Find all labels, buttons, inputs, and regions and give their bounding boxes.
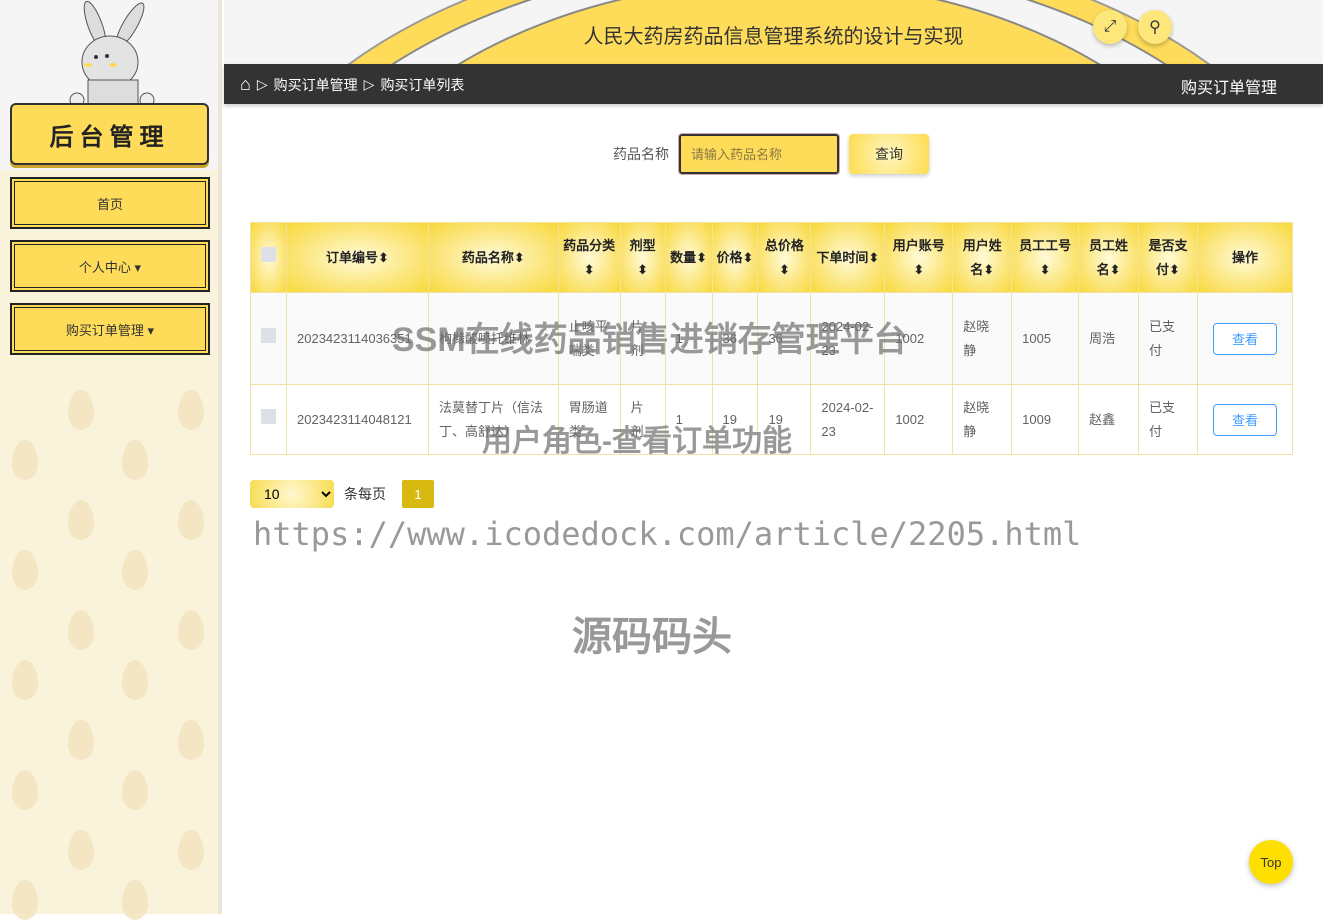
per-page-label: 条每页 xyxy=(344,486,386,502)
search-form: 药品名称 查询 xyxy=(613,133,929,175)
cell-user-account: 1002 xyxy=(884,384,954,455)
cell-staff-id: 1005 xyxy=(1011,292,1080,385)
col-price[interactable]: 价格⬍ xyxy=(711,222,759,293)
col-drug-name[interactable]: 药品名称⬍ xyxy=(427,222,559,293)
breadcrumb-bar: ⌂ ▷ 购买订单管理 ▷ 购买订单列表 购买订单管理 xyxy=(224,64,1323,104)
cell-order-time: 2024-02-23 xyxy=(810,292,886,385)
cell-order-no: 2023423114048121 xyxy=(286,384,429,455)
sidebar-item-purchase-orders[interactable]: 购买订单管理 ▾ xyxy=(10,303,210,355)
cell-dosage-form: 片剂 xyxy=(619,384,666,455)
col-user-name[interactable]: 用户姓名⬍ xyxy=(952,222,1013,293)
watermark: 源码码头 xyxy=(572,615,732,659)
pagination: 10 条每页 1 xyxy=(250,480,434,508)
cell-total: 36 xyxy=(757,292,812,385)
col-user-account[interactable]: 用户账号⬍ xyxy=(884,222,954,293)
col-actions: 操作 xyxy=(1196,222,1294,293)
cell-order-time: 2024-02-23 xyxy=(810,384,886,455)
cell-paid: 已支付 xyxy=(1138,292,1198,385)
sidebar-item-home[interactable]: 首页 xyxy=(10,177,210,229)
cell-paid: 已支付 xyxy=(1138,384,1198,455)
col-category[interactable]: 药品分类⬍ xyxy=(557,222,621,293)
cell-total: 19 xyxy=(757,384,812,455)
col-quantity[interactable]: 数量⬍ xyxy=(664,222,713,293)
cell-user-name: 赵晓静 xyxy=(952,292,1013,385)
table-row: 2023423114048121 法莫替丁片（信法丁、高舒达） 胃肠道类 片剂 … xyxy=(250,384,1294,455)
page-1-button[interactable]: 1 xyxy=(402,480,434,508)
row-checkbox[interactable] xyxy=(261,327,276,343)
cell-price: 19 xyxy=(711,384,759,455)
col-staff-id[interactable]: 员工工号⬍ xyxy=(1011,222,1080,293)
user-icon: ⚲ xyxy=(1149,19,1161,36)
cell-drug-name: 枸橼酸喷托维林 xyxy=(427,292,559,385)
rabbit-mascot-icon xyxy=(69,0,155,108)
search-button[interactable]: 查询 xyxy=(849,134,929,174)
col-order-no[interactable]: 订单编号⬍ xyxy=(286,222,429,293)
cell-quantity: 1 xyxy=(664,384,713,455)
cell-quantity: 1 xyxy=(664,292,713,385)
col-order-time[interactable]: 下单时间⬍ xyxy=(810,222,886,293)
cell-drug-name: 法莫替丁片（信法丁、高舒达） xyxy=(427,384,559,455)
search-label: 药品名称 xyxy=(613,146,669,162)
cell-price: 36 xyxy=(711,292,759,385)
select-all-checkbox[interactable] xyxy=(261,246,276,262)
user-button[interactable]: ⚲ xyxy=(1138,10,1172,44)
current-section: 购买订单管理 xyxy=(1180,80,1277,97)
expand-icon: ⤢ xyxy=(1103,18,1117,35)
row-checkbox[interactable] xyxy=(261,408,276,424)
table-header-row: 订单编号⬍ 药品名称⬍ 药品分类⬍ 剂型⬍ 数量⬍ 价格⬍ 总价格⬍ 下单时间⬍… xyxy=(250,222,1294,293)
sidebar-logo: 后台管理 xyxy=(10,103,209,165)
page-size-select[interactable]: 10 xyxy=(250,480,334,508)
cell-category: 止咳平喘类 xyxy=(557,292,621,385)
home-icon[interactable]: ⌂ xyxy=(240,74,251,95)
orders-table: 订单编号⬍ 药品名称⬍ 药品分类⬍ 剂型⬍ 数量⬍ 价格⬍ 总价格⬍ 下单时间⬍… xyxy=(250,222,1294,455)
watermark: https://www.icodedock.com/article/2205.h… xyxy=(253,515,1082,553)
cell-dosage-form: 片剂 xyxy=(619,292,666,385)
fullscreen-button[interactable]: ⤢ xyxy=(1093,10,1127,44)
table-row: 2023423114036351 枸橼酸喷托维林 止咳平喘类 片剂 1 36 3… xyxy=(250,292,1294,385)
cell-user-name: 赵晓静 xyxy=(952,384,1013,455)
drug-name-input[interactable] xyxy=(678,133,840,175)
back-to-top-button[interactable]: Top xyxy=(1249,840,1293,884)
col-total[interactable]: 总价格⬍ xyxy=(757,222,812,293)
cell-staff-id: 1009 xyxy=(1011,384,1080,455)
view-button[interactable]: 查看 xyxy=(1212,403,1277,436)
breadcrumb: ⌂ ▷ 购买订单管理 ▷ 购买订单列表 xyxy=(240,74,465,95)
header: 人民大药房药品信息管理系统的设计与实现 ⤢ ⚲ xyxy=(224,0,1323,64)
breadcrumb-item[interactable]: 购买订单管理 xyxy=(274,75,358,95)
cell-staff-name: 周浩 xyxy=(1078,292,1139,385)
cell-category: 胃肠道类 xyxy=(557,384,621,455)
cell-user-account: 1002 xyxy=(884,292,954,385)
sidebar: 后台管理 首页 个人中心 ▾ 购买订单管理 ▾ xyxy=(0,0,222,920)
col-paid[interactable]: 是否支付⬍ xyxy=(1138,222,1198,293)
view-button[interactable]: 查看 xyxy=(1212,322,1277,355)
sidebar-item-personal-center[interactable]: 个人中心 ▾ xyxy=(10,240,210,292)
cell-staff-name: 赵鑫 xyxy=(1078,384,1139,455)
breadcrumb-item[interactable]: 购买订单列表 xyxy=(380,75,464,95)
col-staff-name[interactable]: 员工姓名⬍ xyxy=(1078,222,1139,293)
col-dosage-form[interactable]: 剂型⬍ xyxy=(619,222,666,293)
cell-order-no: 2023423114036351 xyxy=(286,292,429,385)
